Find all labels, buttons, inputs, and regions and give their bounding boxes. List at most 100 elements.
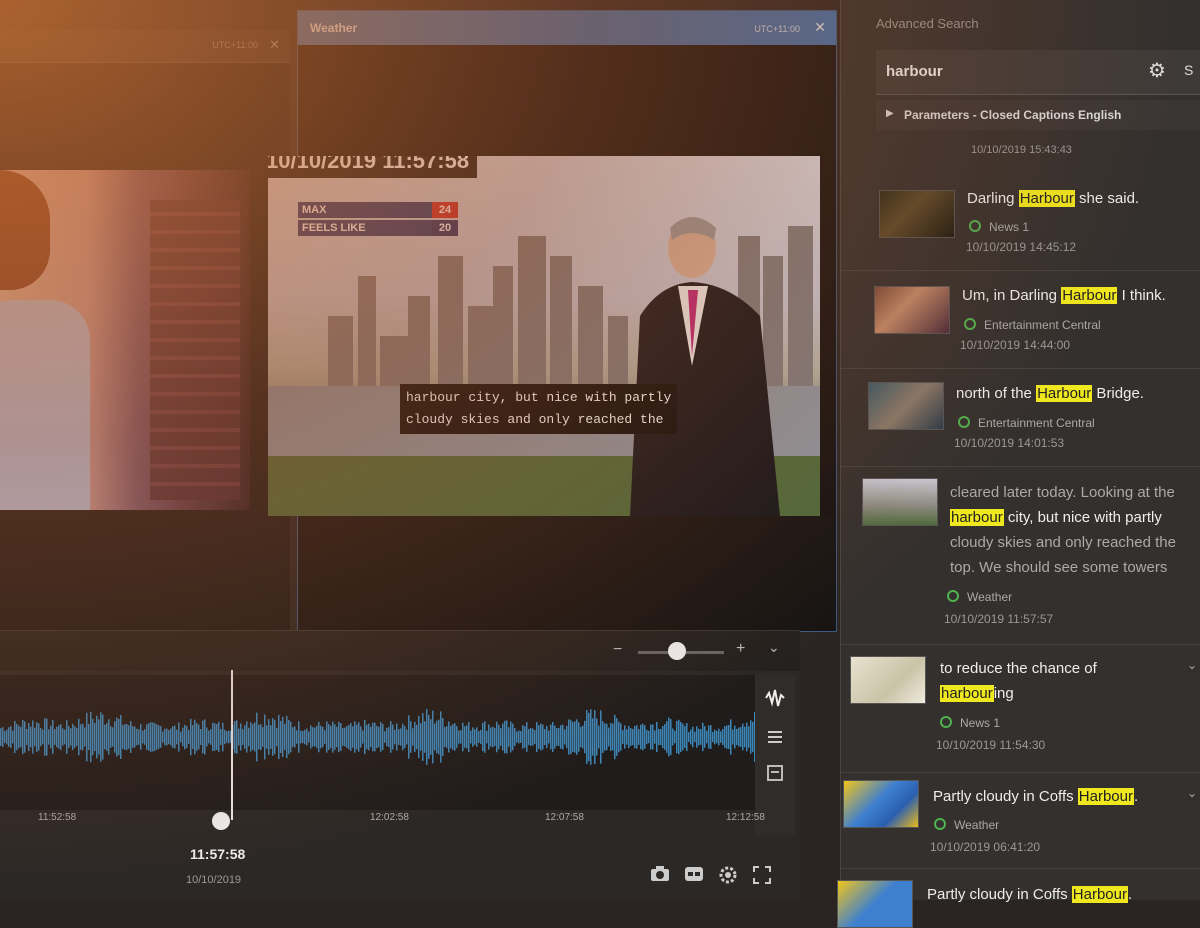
result-thumbnail[interactable] xyxy=(868,382,944,430)
waveform-bar xyxy=(428,715,430,759)
playhead-line[interactable] xyxy=(231,670,233,820)
waveform-bar xyxy=(136,728,138,746)
search-result-item[interactable]: Partly cloudy in Coffs Harbour. Weather … xyxy=(841,772,1200,869)
result-timestamp: 10/10/2019 14:01:53 xyxy=(954,436,1065,450)
search-result-item[interactable]: Darling Harbour she said. News 1 10/10/2… xyxy=(841,172,1200,271)
temp-label: FEELS LIKE xyxy=(298,220,432,236)
search-highlight: Harbour xyxy=(1071,886,1128,903)
waveform-bar xyxy=(662,725,664,749)
waveform-bar xyxy=(292,727,294,747)
waveform-bar xyxy=(678,719,680,755)
result-thumbnail[interactable] xyxy=(843,780,919,828)
search-result-item[interactable]: Partly cloudy in Coffs Harbour. xyxy=(837,868,1200,928)
close-icon[interactable]: ✕ xyxy=(814,19,826,36)
waveform-bar xyxy=(196,723,198,751)
waveform-bar xyxy=(116,717,118,757)
caption-text: cloudy skies and only reached the xyxy=(950,534,1176,551)
result-thumbnail[interactable] xyxy=(850,656,926,704)
waveform-bar xyxy=(504,720,506,754)
gear-icon[interactable]: ⚙ xyxy=(1148,58,1166,83)
search-result-item[interactable]: cleared later today. Looking at the harb… xyxy=(841,466,1200,645)
waveform-bar xyxy=(626,729,628,745)
waveform-bar xyxy=(436,720,438,754)
waveform-bar xyxy=(410,721,412,753)
waveform-bar xyxy=(404,726,406,748)
waveform-bar xyxy=(538,725,540,749)
result-thumbnail[interactable] xyxy=(879,190,955,238)
waveform-bar xyxy=(124,724,126,750)
waveform-bar xyxy=(280,720,282,754)
gear-icon[interactable] xyxy=(718,865,738,890)
fullscreen-icon[interactable] xyxy=(752,865,772,890)
waveform-bar xyxy=(492,726,494,748)
waveform-bar xyxy=(442,718,444,756)
close-icon[interactable]: ✕ xyxy=(269,37,280,53)
waveform-bar xyxy=(454,723,456,751)
waveform-bar xyxy=(238,728,240,746)
search-result-item[interactable]: to reduce the chance of harbouring News … xyxy=(841,644,1200,773)
waveform-bar xyxy=(6,729,8,745)
search-input[interactable] xyxy=(884,62,1128,81)
weather-panel-titlebar[interactable]: Weather UTC+11:00 ✕ xyxy=(298,11,836,45)
search-button[interactable]: S xyxy=(1184,62,1193,78)
waveform-bar xyxy=(542,724,544,750)
result-thumbnail[interactable] xyxy=(874,286,950,334)
weather-video-frame[interactable]: 10/10/2019 11:57:58 MAX 24 FEELS LIKE 20… xyxy=(268,156,820,516)
timeline[interactable]: − + ⌄ 11:52:58 12:02:58 12:07:58 12:12:5… xyxy=(0,630,800,900)
waveform-bar xyxy=(248,727,250,747)
waveform-bar xyxy=(732,729,734,745)
zoom-in-button[interactable]: + xyxy=(736,640,745,658)
waveform-bar xyxy=(570,719,572,755)
chevron-down-icon[interactable]: ⌄ xyxy=(1187,786,1197,800)
waveform-bar xyxy=(730,719,732,755)
waveform-bar xyxy=(378,726,380,748)
zoom-slider-thumb[interactable] xyxy=(667,642,686,660)
parameters-toggle[interactable]: ▶ Parameters - Closed Captions English xyxy=(876,100,1200,130)
camera-icon[interactable] xyxy=(650,865,670,888)
result-timestamp: 10/10/2019 11:57:57 xyxy=(944,612,1054,626)
result-thumbnail[interactable] xyxy=(862,478,938,526)
left-panel-titlebar: UTC+11:00 ✕ xyxy=(0,30,290,63)
weather-video-panel[interactable]: Weather UTC+11:00 ✕ 10/10/2019 11:57:58 … xyxy=(268,10,837,632)
waveform-bar xyxy=(296,730,298,744)
audio-waveform[interactable] xyxy=(0,675,755,810)
waveform-bar xyxy=(10,726,12,748)
waveform-icon[interactable] xyxy=(763,687,787,711)
playhead-handle[interactable] xyxy=(212,812,230,830)
waveform-bar xyxy=(548,730,550,744)
waveform-bar xyxy=(200,729,202,745)
waveform-bar xyxy=(532,728,534,746)
zoom-out-button[interactable]: − xyxy=(613,641,622,659)
waveform-bar xyxy=(180,731,182,743)
waveform-bar xyxy=(146,724,148,750)
chevron-down-icon[interactable]: ⌄ xyxy=(768,639,780,656)
waveform-bar xyxy=(268,719,270,755)
waveform-bar xyxy=(316,725,318,749)
waveform-bar xyxy=(584,720,586,754)
waveform-bar xyxy=(742,723,744,751)
waveform-bar xyxy=(702,722,704,752)
search-result-item[interactable]: north of the Harbour Bridge. Entertainme… xyxy=(841,368,1200,467)
waveform-bar xyxy=(456,726,458,748)
left-video-panel[interactable]: UTC+11:00 ✕ xyxy=(0,30,290,630)
waveform-bar xyxy=(420,723,422,751)
waveform-bar xyxy=(590,709,592,765)
waveform-bar xyxy=(564,729,566,745)
closed-captions-icon[interactable] xyxy=(684,865,704,888)
left-video-frame[interactable] xyxy=(0,170,250,510)
waveform-bar xyxy=(294,726,296,748)
transcript-icon[interactable] xyxy=(763,763,787,787)
waveform-bar xyxy=(390,721,392,753)
waveform-bar xyxy=(306,728,308,746)
chevron-down-icon[interactable]: ⌄ xyxy=(1187,658,1197,672)
result-thumbnail[interactable] xyxy=(837,880,913,928)
waveform-bar xyxy=(414,721,416,753)
waveform-bar xyxy=(72,723,74,751)
search-result-item[interactable]: Um, in Darling Harbour I think. Entertai… xyxy=(841,270,1200,369)
list-icon[interactable] xyxy=(763,727,787,751)
waveform-bar xyxy=(744,726,746,748)
waveform-bar xyxy=(594,710,596,764)
waveform-bar xyxy=(694,731,696,743)
waveform-bar xyxy=(448,721,450,753)
result-source-name: News 1 xyxy=(989,220,1030,234)
